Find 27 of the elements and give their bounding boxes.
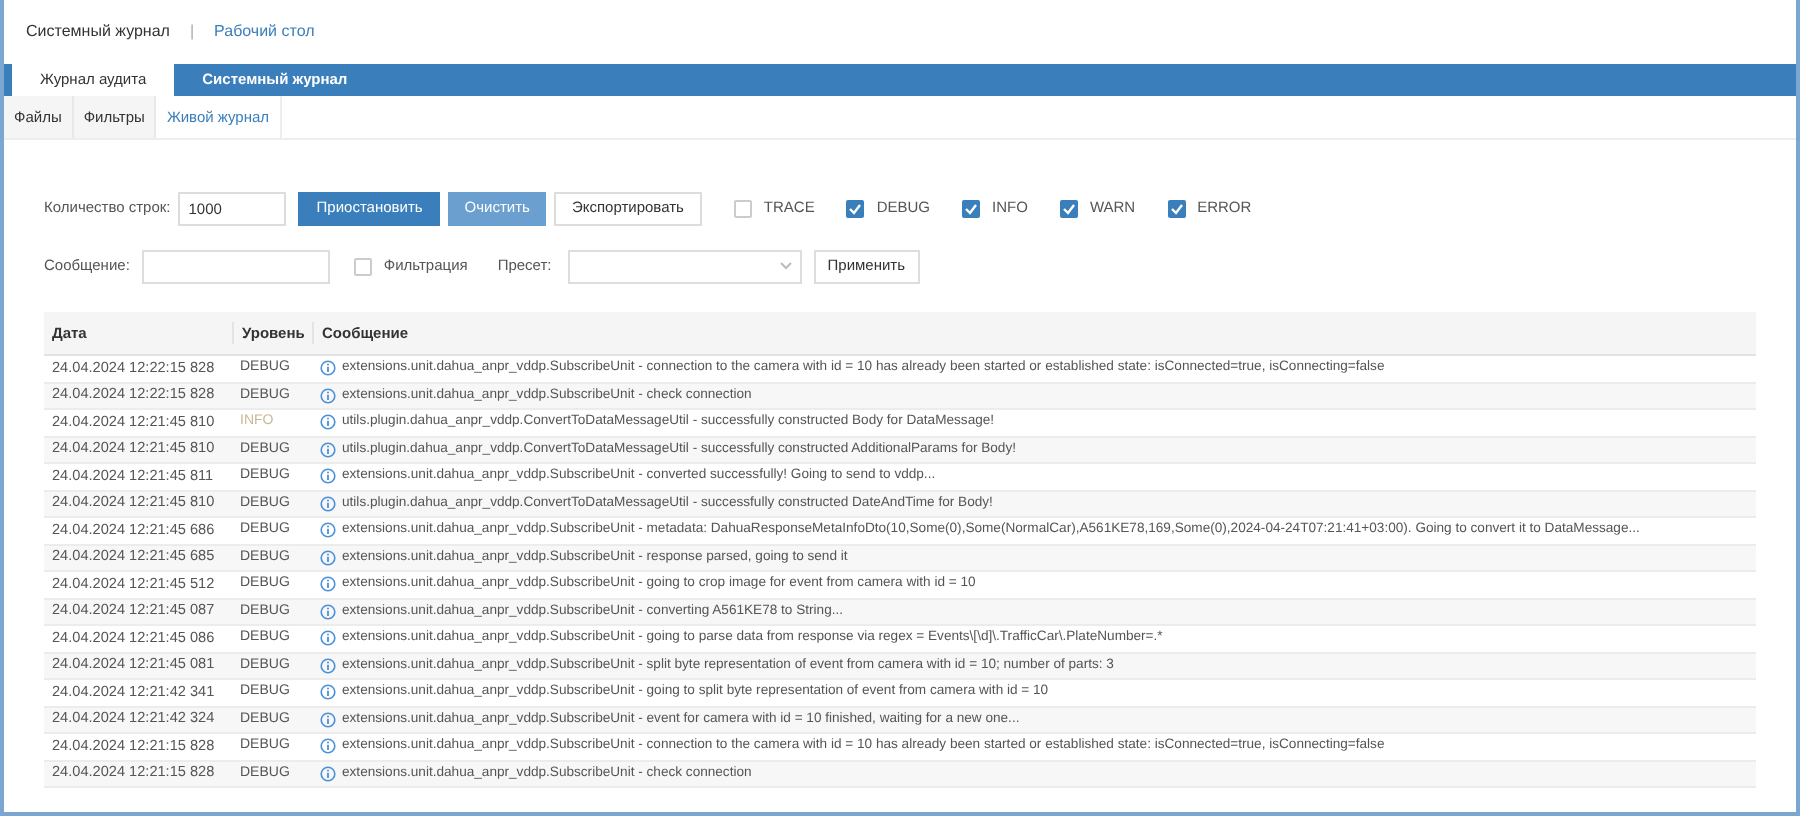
info-icon	[320, 360, 336, 377]
message-field[interactable]	[141, 249, 330, 283]
chevron-down-icon	[779, 262, 792, 270]
info-icon	[320, 522, 336, 539]
info-icon	[320, 765, 336, 782]
checkbox[interactable]	[1167, 199, 1186, 217]
checkbox[interactable]	[962, 199, 981, 217]
info-icon	[320, 549, 336, 566]
page-title: Системный журнал	[26, 20, 170, 44]
checkbox[interactable]	[846, 199, 865, 217]
checkbox[interactable]	[353, 257, 372, 275]
desktop-link[interactable]: Рабочий стол	[214, 20, 315, 44]
info-icon	[320, 684, 336, 701]
checkbox[interactable]	[733, 199, 752, 217]
info-icon	[320, 603, 336, 620]
info-icon	[320, 441, 336, 458]
info-icon	[320, 576, 336, 593]
separator: |	[189, 20, 195, 44]
info-icon	[320, 495, 336, 512]
info-icon	[320, 630, 336, 647]
info-icon	[320, 468, 336, 485]
info-icon	[320, 657, 336, 674]
info-icon	[320, 711, 336, 728]
checkbox[interactable]	[1059, 199, 1078, 217]
info-icon	[320, 387, 336, 404]
info-icon	[320, 414, 336, 431]
info-icon	[320, 738, 336, 755]
